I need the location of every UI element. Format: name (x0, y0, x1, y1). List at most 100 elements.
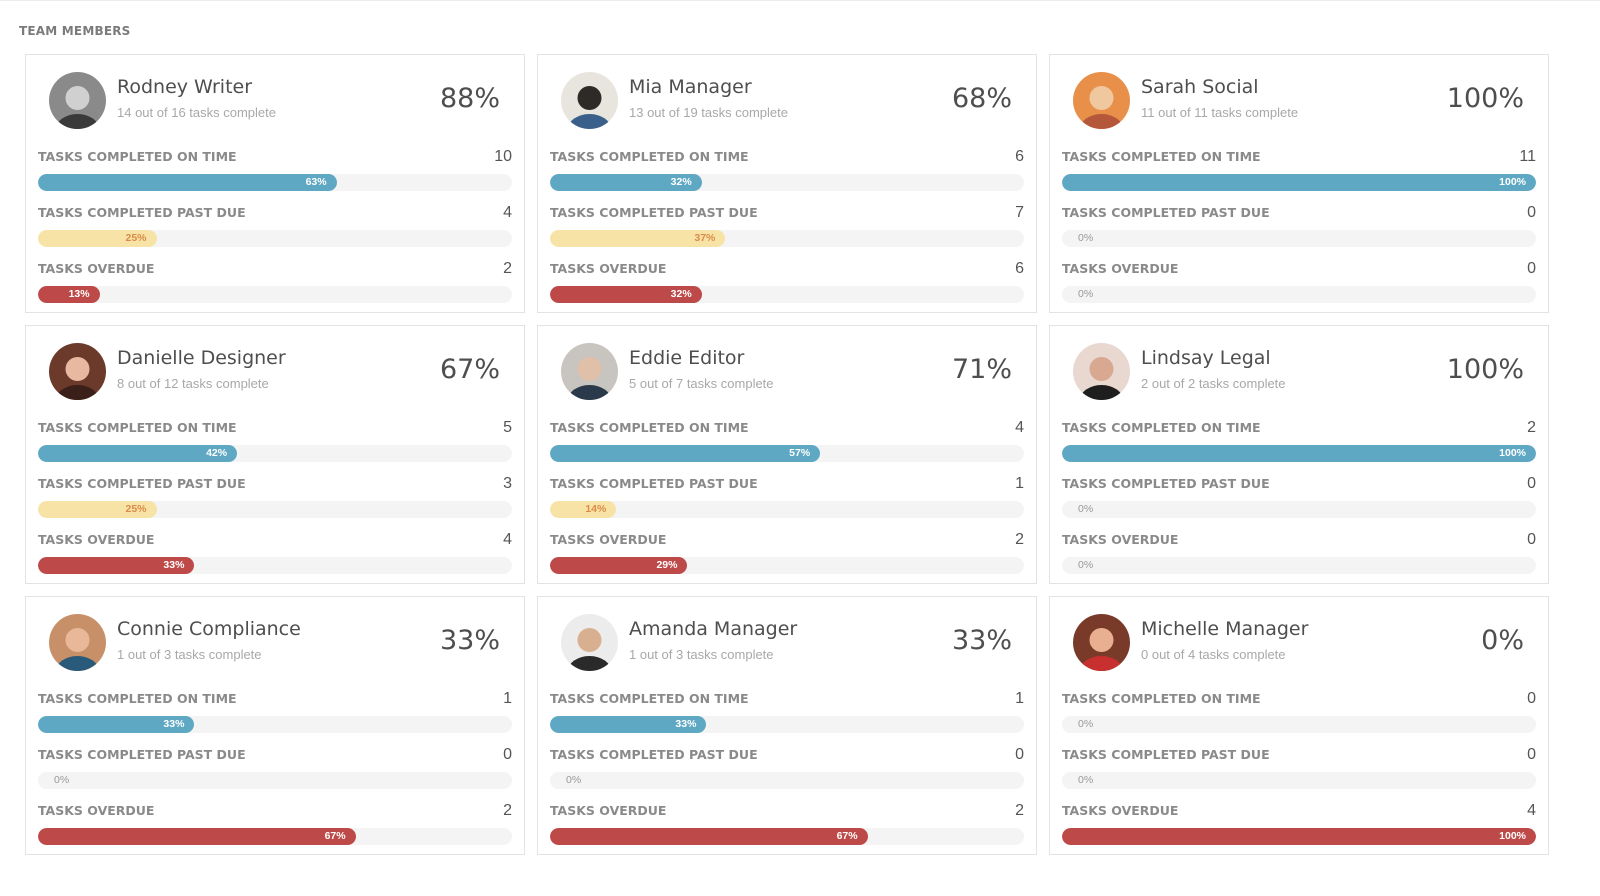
person-photo-icon (49, 614, 106, 671)
metric-count: 0 (1527, 204, 1536, 221)
metric-overdue: TASKS OVERDUE 2 67% (38, 795, 512, 851)
avatar[interactable] (1073, 343, 1130, 400)
metric-label: TASKS COMPLETED PAST DUE (550, 205, 758, 220)
member-card-lindsay-legal[interactable]: Lindsay Legal 2 out of 2 tasks complete … (1049, 325, 1549, 584)
metric-label: TASKS COMPLETED ON TIME (1062, 420, 1261, 435)
avatar[interactable] (561, 614, 618, 671)
metric-overdue: TASKS OVERDUE 0 0% (1062, 524, 1536, 580)
avatar[interactable] (561, 72, 618, 129)
metric-label: TASKS COMPLETED PAST DUE (1062, 205, 1270, 220)
avatar[interactable] (49, 343, 106, 400)
progress-percent-label: 0% (1078, 232, 1094, 244)
section-title: TEAM MEMBERS (19, 24, 131, 38)
progress-track: 32% (550, 286, 1024, 303)
progress-track: 13% (38, 286, 512, 303)
metric-count: 2 (1015, 802, 1024, 819)
metric-label: TASKS COMPLETED PAST DUE (1062, 747, 1270, 762)
task-summary: 14 out of 16 tasks complete (117, 105, 276, 120)
metric-count: 1 (1015, 475, 1024, 492)
avatar[interactable] (1073, 614, 1130, 671)
member-card-header: Eddie Editor 5 out of 7 tasks complete 7… (550, 326, 1024, 412)
progress-track: 0% (1062, 230, 1536, 247)
member-name[interactable]: Connie Compliance (117, 618, 301, 640)
avatar[interactable] (49, 614, 106, 671)
person-photo-icon (1073, 72, 1130, 129)
metric-label: TASKS OVERDUE (38, 261, 155, 276)
metric-on-time: TASKS COMPLETED ON TIME 2 100% (1062, 412, 1536, 468)
progress-fill: 33% (550, 716, 707, 733)
avatar[interactable] (49, 72, 106, 129)
member-card-header: Rodney Writer 14 out of 16 tasks complet… (38, 55, 512, 141)
metric-count: 0 (1527, 475, 1536, 492)
member-name[interactable]: Eddie Editor (629, 347, 744, 369)
metric-count: 6 (1015, 260, 1024, 277)
metric-count: 4 (1527, 802, 1536, 819)
progress-track: 29% (550, 557, 1024, 574)
metric-label: TASKS COMPLETED ON TIME (1062, 691, 1261, 706)
metric-on-time: TASKS COMPLETED ON TIME 5 42% (38, 412, 512, 468)
progress-percent-label: 33% (163, 559, 185, 571)
progress-percent-label: 0% (1078, 559, 1094, 571)
member-card-connie-compliance[interactable]: Connie Compliance 1 out of 3 tasks compl… (25, 596, 525, 855)
metric-on-time: TASKS COMPLETED ON TIME 6 32% (550, 141, 1024, 197)
member-name[interactable]: Danielle Designer (117, 347, 286, 369)
metric-label: TASKS OVERDUE (550, 532, 667, 547)
member-name[interactable]: Michelle Manager (1141, 618, 1308, 640)
metric-count: 0 (1527, 260, 1536, 277)
progress-track: 0% (1062, 286, 1536, 303)
member-card-michelle-manager[interactable]: Michelle Manager 0 out of 4 tasks comple… (1049, 596, 1549, 855)
member-card-mia-manager[interactable]: Mia Manager 13 out of 19 tasks complete … (537, 54, 1037, 313)
progress-track: 100% (1062, 445, 1536, 462)
overall-completion-percent: 0% (1481, 625, 1524, 656)
member-card-header: Mia Manager 13 out of 19 tasks complete … (550, 55, 1024, 141)
overall-completion-percent: 100% (1446, 83, 1524, 114)
metric-count: 4 (503, 204, 512, 221)
progress-percent-label: 0% (1078, 774, 1094, 786)
metric-overdue: TASKS OVERDUE 0 0% (1062, 253, 1536, 309)
metric-count: 7 (1015, 204, 1024, 221)
metric-overdue: TASKS OVERDUE 4 100% (1062, 795, 1536, 851)
progress-track: 67% (38, 828, 512, 845)
metric-past-due: TASKS COMPLETED PAST DUE 4 25% (38, 197, 512, 253)
task-summary: 11 out of 11 tasks complete (1141, 105, 1299, 120)
progress-track: 67% (550, 828, 1024, 845)
progress-track: 0% (1062, 716, 1536, 733)
metric-label: TASKS COMPLETED PAST DUE (550, 747, 758, 762)
member-name[interactable]: Lindsay Legal (1141, 347, 1271, 369)
progress-percent-label: 0% (54, 774, 70, 786)
metric-overdue: TASKS OVERDUE 2 29% (550, 524, 1024, 580)
overall-completion-percent: 100% (1446, 354, 1524, 385)
member-card-rodney-writer[interactable]: Rodney Writer 14 out of 16 tasks complet… (25, 54, 525, 313)
member-card-header: Michelle Manager 0 out of 4 tasks comple… (1062, 597, 1536, 683)
progress-percent-label: 29% (656, 559, 678, 571)
metric-label: TASKS OVERDUE (1062, 803, 1179, 818)
member-card-sarah-social[interactable]: Sarah Social 11 out of 11 tasks complete… (1049, 54, 1549, 313)
person-photo-icon (49, 343, 106, 400)
progress-percent-label: 14% (585, 503, 607, 515)
metric-overdue: TASKS OVERDUE 6 32% (550, 253, 1024, 309)
metrics-list: TASKS COMPLETED ON TIME 5 42% TASKS COMP… (38, 412, 512, 580)
member-card-danielle-designer[interactable]: Danielle Designer 8 out of 12 tasks comp… (25, 325, 525, 584)
metric-overdue: TASKS OVERDUE 2 13% (38, 253, 512, 309)
member-name[interactable]: Rodney Writer (117, 76, 252, 98)
metric-count: 2 (1015, 531, 1024, 548)
metric-count: 11 (1519, 148, 1536, 165)
progress-fill: 33% (38, 716, 195, 733)
metric-on-time: TASKS COMPLETED ON TIME 11 100% (1062, 141, 1536, 197)
member-name[interactable]: Amanda Manager (629, 618, 797, 640)
metric-past-due: TASKS COMPLETED PAST DUE 7 37% (550, 197, 1024, 253)
member-name[interactable]: Mia Manager (629, 76, 752, 98)
member-card-header: Amanda Manager 1 out of 3 tasks complete… (550, 597, 1024, 683)
metric-label: TASKS OVERDUE (1062, 532, 1179, 547)
metrics-list: TASKS COMPLETED ON TIME 1 33% TASKS COMP… (550, 683, 1024, 851)
progress-percent-label: 0% (1078, 288, 1094, 300)
metric-label: TASKS COMPLETED PAST DUE (1062, 476, 1270, 491)
avatar[interactable] (561, 343, 618, 400)
metric-label: TASKS COMPLETED ON TIME (550, 149, 749, 164)
avatar[interactable] (1073, 72, 1130, 129)
member-card-amanda-manager[interactable]: Amanda Manager 1 out of 3 tasks complete… (537, 596, 1037, 855)
member-card-eddie-editor[interactable]: Eddie Editor 5 out of 7 tasks complete 7… (537, 325, 1037, 584)
task-summary: 1 out of 3 tasks complete (629, 647, 774, 662)
member-name[interactable]: Sarah Social (1141, 76, 1259, 98)
progress-percent-label: 0% (566, 774, 582, 786)
